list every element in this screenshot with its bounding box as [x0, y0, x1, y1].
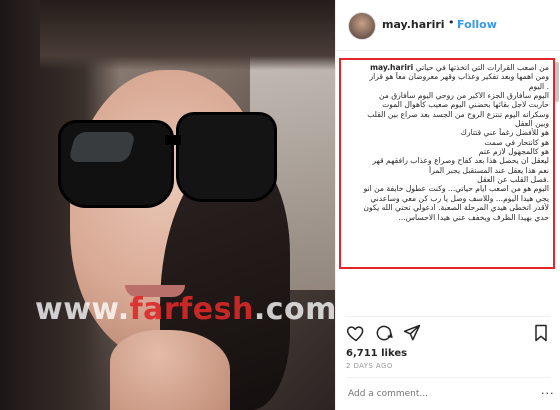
caption-first-text: من اصعب القرارات التي اتخذتها في حياتي [415, 63, 549, 72]
comments-scrollbar[interactable] [555, 62, 559, 102]
likes-count[interactable]: 6,711 likes [346, 348, 407, 359]
caption-line: اليوم سأفارق الجزء الاكبر من روحي اليوم … [378, 91, 549, 101]
header-separator: • [448, 16, 455, 29]
caption-line: نعم هذا يعقل عند المستقبل يجبر المرأ [429, 165, 549, 175]
post-side-panel: may.hariri • Follow may.hariri من اصعب ا… [335, 0, 560, 410]
comment-icon[interactable] [374, 323, 394, 343]
watermark: www.farfesh.com [35, 292, 335, 327]
sunglasses-right-lens [176, 112, 277, 202]
caption-line: لأقدر اتخطى هيدي المرحلة الصعبة. ادعولي … [363, 203, 549, 213]
caption-line: وسكراته اليوم تنتزع الروح من الجسد بعد ص… [367, 109, 549, 119]
photo-hair-top [40, 0, 335, 70]
post-header: may.hariri • Follow [336, 0, 560, 51]
divider [346, 377, 551, 378]
caption-first-line: may.hariri من اصعب القرارات التي اتخذتها… [345, 63, 549, 72]
caption-line: اليوم هو من اصعب ايام حياتي... وكنت عطول… [363, 184, 549, 194]
post-photo[interactable]: www.farfesh.com [0, 0, 335, 410]
avatar[interactable] [348, 12, 376, 40]
action-bar [346, 323, 551, 345]
caption-line: حاربت لاجل بقائها بحضني اليوم صعيب كأهوا… [382, 100, 549, 110]
comment-input[interactable] [346, 384, 540, 404]
post-timestamp[interactable]: 2 DAYS AGO [346, 362, 393, 370]
caption-highlight-box: may.hariri من اصعب القرارات التي اتخذتها… [339, 58, 555, 269]
caption-line: هو كالمجهول لازم عتم [478, 147, 549, 157]
heart-icon[interactable] [346, 323, 366, 343]
sunglasses-bridge [165, 135, 181, 145]
follow-button[interactable]: Follow [457, 18, 497, 31]
caption-line: حدي بهيدا الظرف ويخفف عني هيدا الاحساس..… [398, 212, 550, 222]
caption-username[interactable]: may.hariri [370, 63, 413, 72]
photo-hand [110, 330, 230, 410]
divider [346, 316, 551, 317]
caption-line: ومن اهمها وبعد تفكير وعذاب وقهر معروضان … [369, 72, 549, 82]
caption-line: .فصل القلب عن العقل [477, 175, 549, 185]
caption-line: يجي هيدا اليوم... وللاسف وصل يا رب كن مع… [370, 193, 549, 203]
caption-line: وبين العقل [515, 119, 549, 129]
bookmark-icon[interactable] [531, 323, 551, 343]
lens-reflection [67, 132, 137, 162]
username[interactable]: may.hariri [382, 18, 445, 31]
more-options-icon[interactable]: ... [541, 384, 555, 397]
caption-line: هو كانتحار في صمت [484, 137, 549, 147]
share-icon[interactable] [402, 323, 422, 343]
caption-line: . اليوم [528, 81, 549, 91]
caption-line: هو للأفضل رغماً عني قتتارك [460, 128, 549, 138]
caption-line: ليعقل ان يحصل هذا بعد كفاح وصراع وعذاب ر… [372, 156, 549, 166]
